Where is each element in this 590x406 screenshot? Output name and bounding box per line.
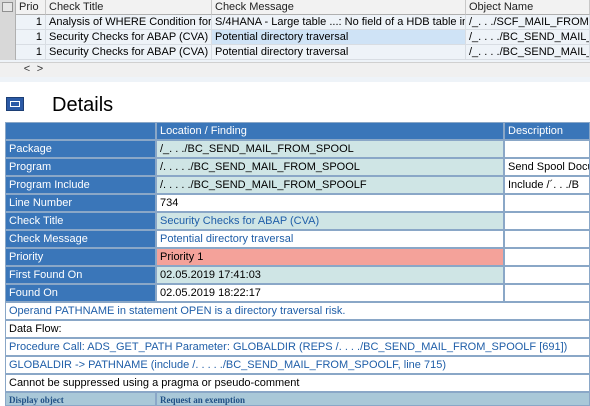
cell-check-message[interactable]: S/4HANA - Large table ...: No field of a… — [212, 15, 466, 30]
header-location: Location / Finding — [156, 122, 504, 140]
detail-row-found-on: Found On 02.05.2019 18:22:17 — [5, 284, 590, 302]
value-found-on: 02.05.2019 18:22:17 — [156, 284, 504, 302]
detail-row-program-include: Program Include /. . . . ./BC_SEND_MAIL_… — [5, 176, 590, 194]
note-finding-text: Operand PATHNAME in statement OPEN is a … — [5, 302, 590, 320]
label-program: Program — [5, 158, 156, 176]
col-header-check-title[interactable]: Check Title — [46, 0, 212, 15]
scroll-right-icon[interactable]: > — [33, 63, 47, 77]
page-title: Details — [52, 94, 114, 116]
action-footer: Display object Request an exemption — [5, 392, 590, 406]
select-all-icon[interactable] — [2, 2, 13, 12]
detail-row-priority: Priority Priority 1 — [5, 248, 590, 266]
cell-check-title[interactable]: Security Checks for ABAP (CVA) — [46, 45, 212, 60]
detail-row-program: Program /. . . . ./BC_SEND_MAIL_FROM_SPO… — [5, 158, 590, 176]
note-row: Procedure Call: ADS_GET_PATH Parameter: … — [5, 338, 590, 356]
row-selector[interactable] — [0, 30, 16, 45]
cell-check-message[interactable]: Potential directory traversal — [212, 45, 466, 60]
value-program[interactable]: /. . . . ./BC_SEND_MAIL_FROM_SPOOL — [156, 158, 504, 176]
desc-check-title — [504, 212, 590, 230]
cell-check-message[interactable]: Potential directory traversal — [212, 30, 466, 45]
detail-row-first-found: First Found On 02.05.2019 17:41:03 — [5, 266, 590, 284]
header-description: Description — [504, 122, 590, 140]
details-window-icon[interactable] — [6, 97, 24, 111]
scroll-left-icon[interactable]: < — [20, 63, 34, 77]
label-found-on: Found On — [5, 284, 156, 302]
value-check-message[interactable]: Potential directory traversal — [156, 230, 504, 248]
note-row: Cannot be suppressed using a pragma or p… — [5, 374, 590, 392]
label-package: Package — [5, 140, 156, 158]
cell-object-name[interactable]: /_. . . ./BC_SEND_MAIL_FRO — [466, 30, 590, 45]
col-header-prio[interactable]: Prio — [16, 0, 46, 15]
grid-corner[interactable] — [0, 0, 16, 15]
request-exemption-link[interactable]: Request an exemption — [156, 392, 590, 406]
label-check-title: Check Title — [5, 212, 156, 230]
col-header-check-message[interactable]: Check Message — [212, 0, 466, 15]
note-suppression: Cannot be suppressed using a pragma or p… — [5, 374, 590, 392]
note-row: GLOBALDIR -> PATHNAME (include /. . . . … — [5, 356, 590, 374]
note-globaldir-flow[interactable]: GLOBALDIR -> PATHNAME (include /. . . . … — [5, 356, 590, 374]
detail-row-check-title: Check Title Security Checks for ABAP (CV… — [5, 212, 590, 230]
label-line-number: Line Number — [5, 194, 156, 212]
desc-first-found — [504, 266, 590, 284]
note-procedure-call[interactable]: Procedure Call: ADS_GET_PATH Parameter: … — [5, 338, 590, 356]
label-first-found: First Found On — [5, 266, 156, 284]
horizontal-scrollbar[interactable]: < > — [0, 62, 590, 77]
cell-prio[interactable]: 1 — [16, 45, 46, 60]
desc-found-on — [504, 284, 590, 302]
cell-check-title[interactable]: Security Checks for ABAP (CVA) — [46, 30, 212, 45]
desc-priority — [504, 248, 590, 266]
note-data-flow-label: Data Flow: — [5, 320, 590, 338]
detail-row-line-number: Line Number 734 — [5, 194, 590, 212]
label-program-include: Program Include — [5, 176, 156, 194]
note-row: Data Flow: — [5, 320, 590, 338]
note-row: Operand PATHNAME in statement OPEN is a … — [5, 302, 590, 320]
grid-header-row: Prio Check Title Check Message Object Na… — [0, 0, 590, 15]
display-object-link[interactable]: Display object — [5, 392, 156, 406]
row-selector[interactable] — [0, 15, 16, 30]
value-first-found: 02.05.2019 17:41:03 — [156, 266, 504, 284]
desc-line-number — [504, 194, 590, 212]
check-results-grid: Prio Check Title Check Message Object Na… — [0, 0, 590, 82]
value-package[interactable]: /_. . ./BC_SEND_MAIL_FROM_SPOOL — [156, 140, 504, 158]
desc-program: Send Spool Docu — [504, 158, 590, 176]
details-header: Details — [0, 92, 590, 120]
label-priority: Priority — [5, 248, 156, 266]
cell-prio[interactable]: 1 — [16, 30, 46, 45]
grid-row[interactable]: 1 Analysis of WHERE Condition for S/4HAN… — [0, 15, 590, 30]
row-selector[interactable] — [0, 45, 16, 60]
cell-prio[interactable]: 1 — [16, 15, 46, 30]
header-empty — [5, 122, 156, 140]
detail-row-check-message: Check Message Potential directory traver… — [5, 230, 590, 248]
grid-row[interactable]: 1 Security Checks for ABAP (CVA) Potenti… — [0, 45, 590, 60]
desc-check-message — [504, 230, 590, 248]
value-priority: Priority 1 — [156, 248, 504, 266]
value-line-number: 734 — [156, 194, 504, 212]
cell-object-name[interactable]: /_. . ./SCF_MAIL_FROM — [466, 15, 590, 30]
desc-program-include: Include /´. . ./B — [504, 176, 590, 194]
cell-object-name[interactable]: /_. . . ./BC_SEND_MAIL_FRO — [466, 45, 590, 60]
desc-package — [504, 140, 590, 158]
value-program-include[interactable]: /. . . . ./BC_SEND_MAIL_FROM_SPOOLF — [156, 176, 504, 194]
detail-row-package: Package /_. . ./BC_SEND_MAIL_FROM_SPOOL — [5, 140, 590, 158]
cell-check-title[interactable]: Analysis of WHERE Condition for — [46, 15, 212, 30]
label-check-message: Check Message — [5, 230, 156, 248]
value-check-title[interactable]: Security Checks for ABAP (CVA) — [156, 212, 504, 230]
details-header-row: Location / Finding Description — [5, 122, 590, 140]
col-header-object-name[interactable]: Object Name — [466, 0, 590, 15]
grid-row-selected[interactable]: 1 Security Checks for ABAP (CVA) Potenti… — [0, 30, 590, 45]
